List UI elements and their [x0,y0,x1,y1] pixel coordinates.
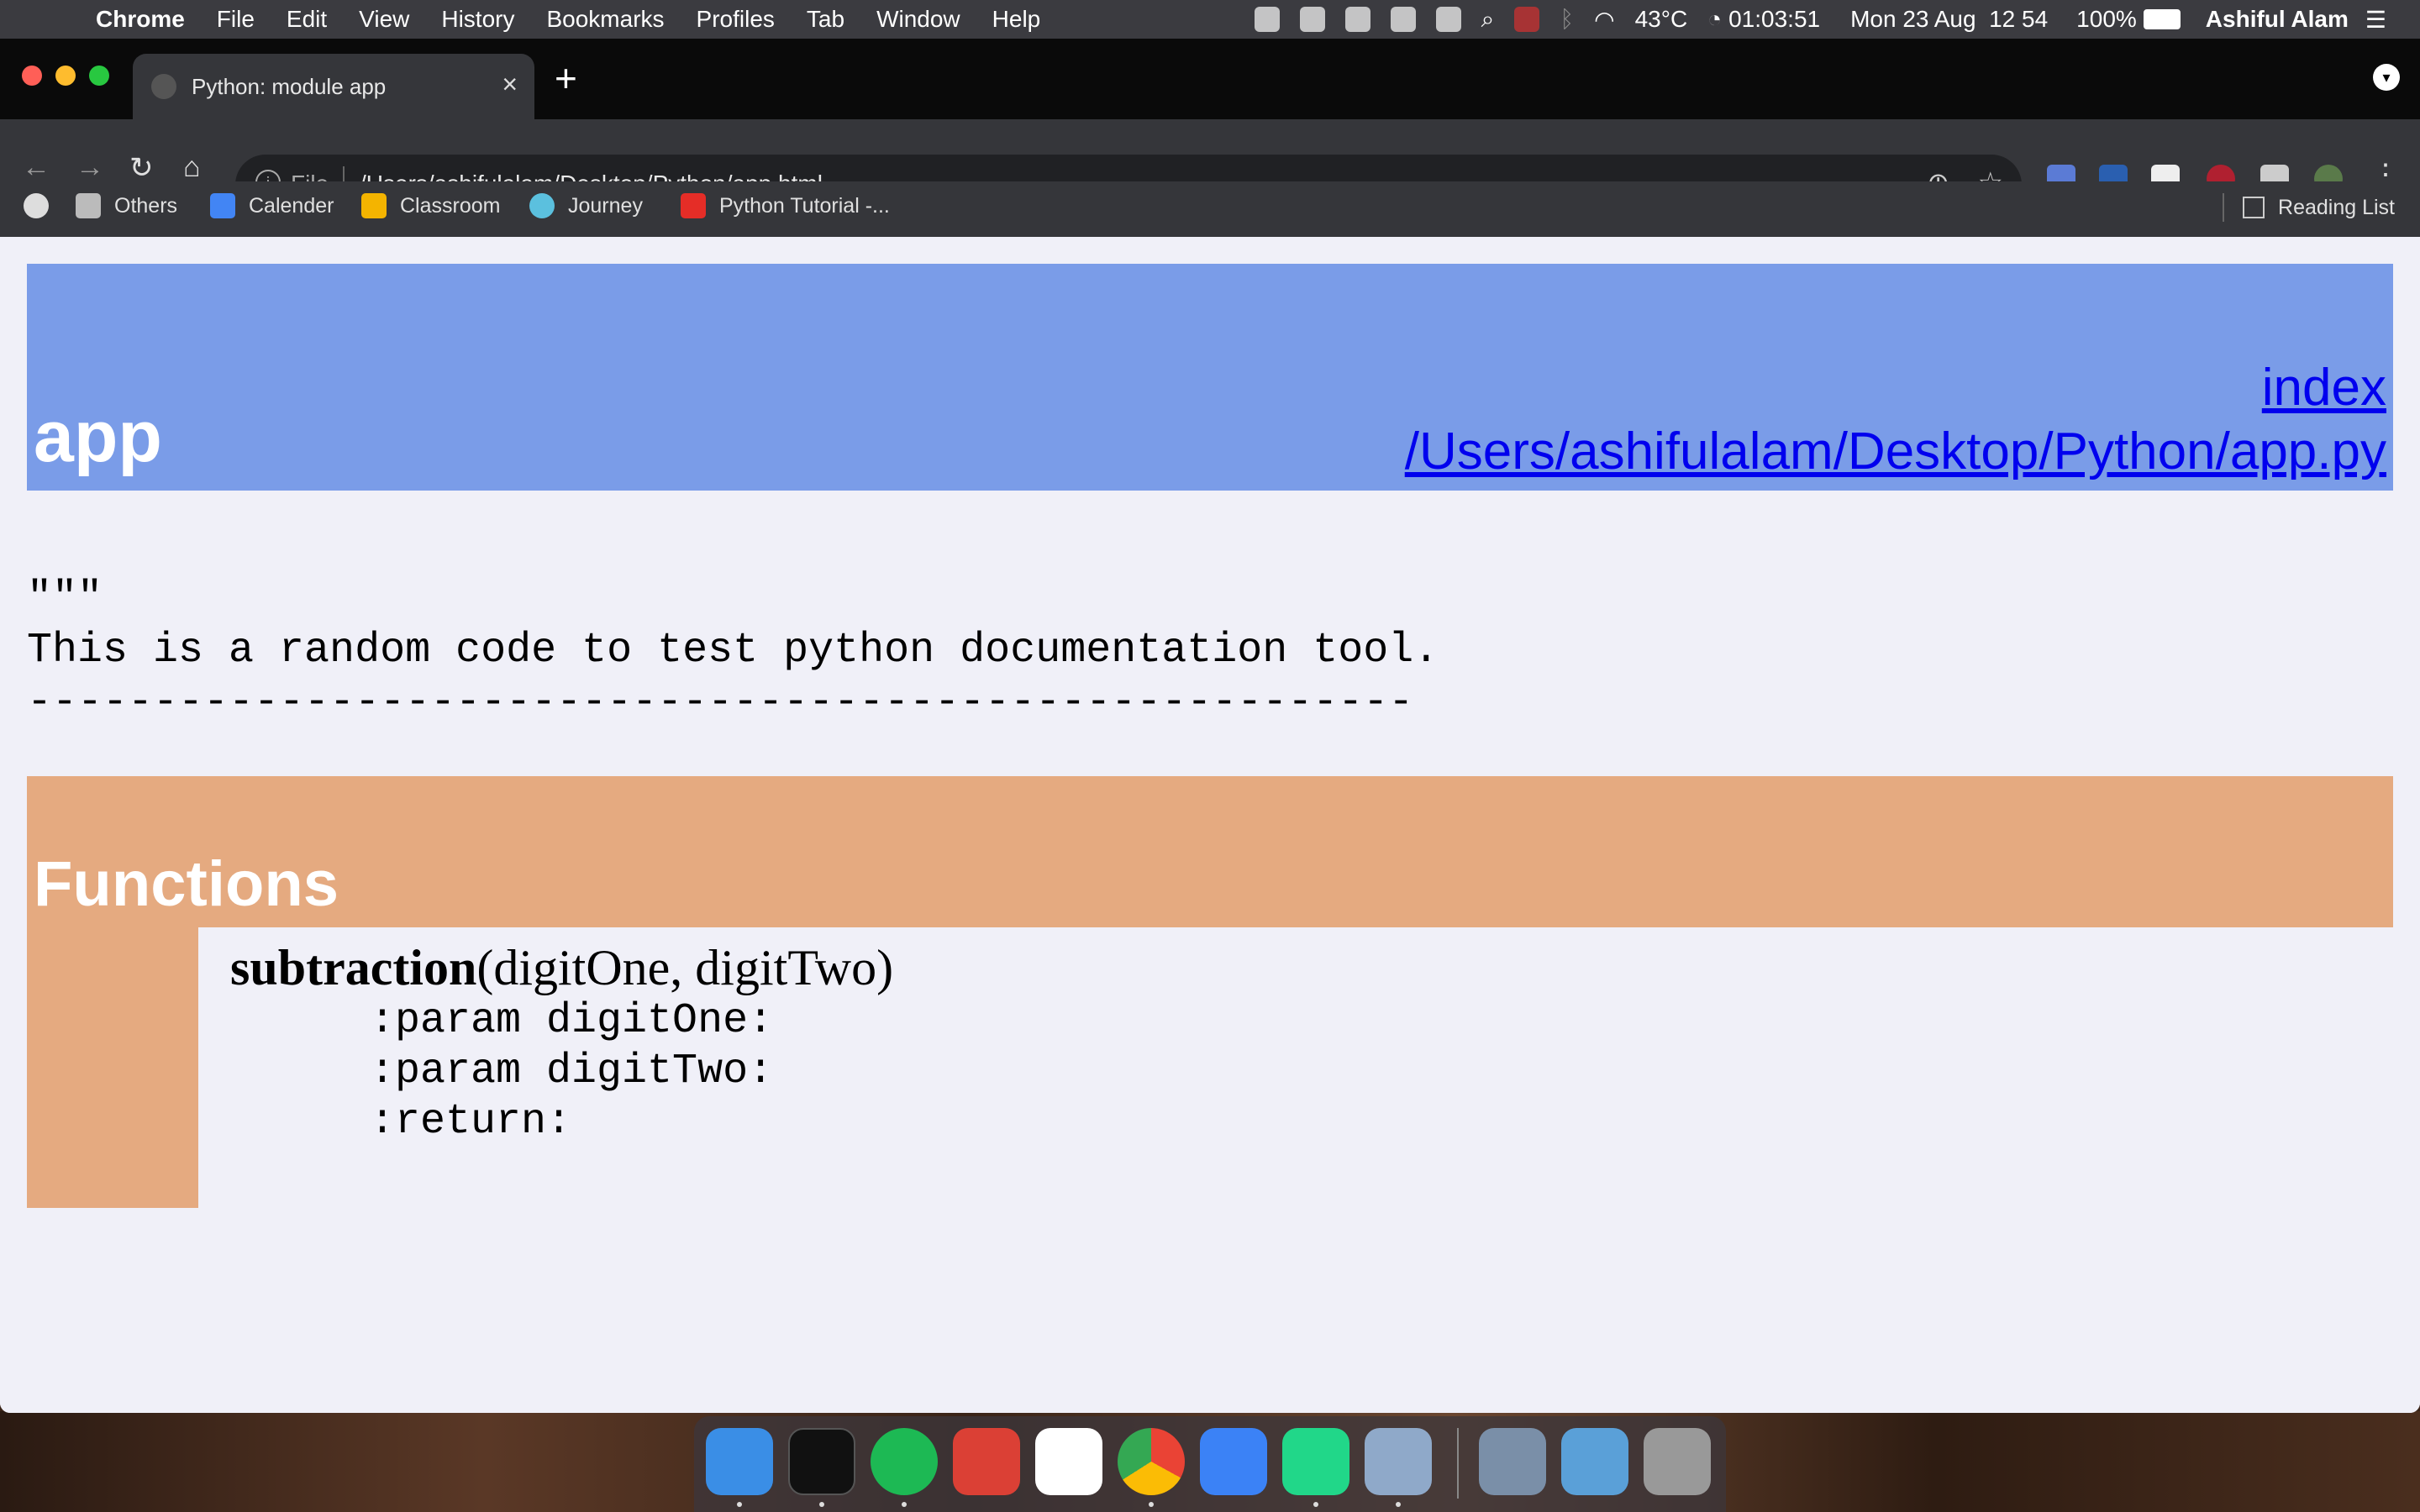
menu-help[interactable]: Help [992,6,1041,33]
control-center-icon[interactable]: ☰ [2365,6,2386,34]
bookmark-calender[interactable]: Calender [210,193,334,218]
menu-edit[interactable]: Edit [287,6,327,33]
functions-heading: Functions [34,848,339,920]
module-name: app [34,396,162,477]
timer-icon[interactable]: ◔ [1707,6,1722,33]
tab-search-icon[interactable]: ▾ [2373,64,2400,91]
close-window-icon[interactable] [22,66,42,86]
running-indicator [1149,1502,1154,1507]
spotify-icon[interactable] [871,1428,938,1495]
pycharm-icon[interactable] [1282,1428,1349,1495]
functions-section-sidebar [27,927,198,1208]
documents-folder-icon[interactable] [1479,1428,1546,1495]
running-indicator [1313,1502,1318,1507]
source-file-link[interactable]: /Users/ashifulalam/Desktop/Python/app.py [1405,420,2386,484]
timer-readout[interactable]: 01:03:51 [1728,6,1820,33]
menubar-status-area: ⌕ ᛒ ◠ 43°C ◔ 01:03:51 Mon 23 Aug 12 54 1… [1234,0,2386,39]
macos-dock [694,1416,1726,1512]
butterfly-icon[interactable] [1390,7,1416,32]
cat-icon[interactable] [1299,7,1325,32]
spark-mail-icon[interactable] [1200,1428,1267,1495]
menu-view[interactable]: View [359,6,409,33]
menu-tab[interactable]: Tab [807,6,844,33]
tab-active[interactable]: Python: module app × [133,54,534,119]
new-tab-button[interactable]: + [555,55,577,101]
layout-icon[interactable] [1344,7,1370,32]
bookmark-label: Python Tutorial -... [719,193,890,218]
running-indicator [902,1502,907,1507]
reading-list-button[interactable]: Reading List [2223,193,2395,222]
finder-icon[interactable] [706,1428,773,1495]
functions-section-header: Functions [27,776,2393,927]
page-content: app index /Users/ashifulalam/Desktop/Pyt… [0,237,2420,1413]
us-flag-icon[interactable] [1514,7,1540,32]
bookmark-journey[interactable]: Journey [529,193,643,218]
running-indicator [819,1502,824,1507]
terminal-icon[interactable] [788,1428,855,1495]
module-heading-banner: app index /Users/ashifulalam/Desktop/Pyt… [27,264,2393,491]
reading-list-label: Reading List [2278,195,2395,219]
running-indicator [1396,1502,1401,1507]
journey-icon [529,193,555,218]
todoist-icon[interactable] [953,1428,1020,1495]
menu-app-name[interactable]: Chrome [96,6,185,33]
preview-icon[interactable] [1365,1428,1432,1495]
globe-icon [151,74,176,99]
clock-datetime[interactable]: Mon 23 Aug 12 54 [1850,6,2048,33]
menu-profiles[interactable]: Profiles [697,6,775,33]
downloads-folder-icon[interactable] [1561,1428,1628,1495]
spotlight-icon[interactable]: ⌕ [1481,6,1495,34]
back-arrow-icon[interactable]: ← [22,151,50,184]
minimize-window-icon[interactable] [55,66,76,86]
tab-strip: Python: module app × + ▾ [0,39,2420,119]
forward-arrow-icon[interactable]: → [76,151,104,184]
calendar-icon [210,193,235,218]
close-tab-icon[interactable]: × [502,69,518,100]
bookmark-label: Calender [249,193,334,218]
function-name: subtraction [230,940,477,995]
bookmark-label: Journey [568,193,643,218]
index-link[interactable]: index [1405,356,2386,420]
menu-bookmarks[interactable]: Bookmarks [546,6,664,33]
macos-menubar: Chrome File Edit View History Bookmarks … [0,0,2420,39]
chrome-window: Python: module app × + ▾ ← → ↻ ⌂ i File … [0,39,2420,1413]
paperclip-icon[interactable] [1435,7,1461,32]
bookmark-label: Others [114,193,178,218]
reload-icon[interactable]: ↻ [129,151,154,185]
home-icon[interactable]: ⌂ [183,151,201,184]
menu-file[interactable]: File [217,6,255,33]
bookmarks-bar: Others Calender Classroom Journey Python… [0,181,2420,234]
heading-links: index /Users/ashifulalam/Desktop/Python/… [1405,356,2386,484]
battery-percent[interactable]: 100% [2076,6,2137,33]
tab-title: Python: module app [192,74,387,99]
dock-separator [1457,1428,1459,1499]
bookmark-python-tutorial[interactable]: Python Tutorial -... [681,193,890,218]
user-name[interactable]: Ashiful Alam [2206,6,2349,33]
bookmark-label: Classroom [400,193,501,218]
youtube-icon [681,193,706,218]
cloud-icon[interactable] [1254,7,1280,32]
classroom-icon [361,193,387,218]
wifi-icon[interactable]: ◠ [1594,6,1614,34]
vscode-icon[interactable] [1035,1428,1102,1495]
function-docstring: :param digitOne: :param digitTwo: :retur… [370,997,774,1146]
maximize-window-icon[interactable] [89,66,109,86]
function-signature: subtraction(digitOne, digitTwo) [230,939,893,997]
bookmarks-divider [2223,193,2225,222]
trash-icon[interactable] [1644,1428,1711,1495]
menu-window[interactable]: Window [876,6,960,33]
running-indicator [737,1502,742,1507]
reading-list-icon [2243,197,2265,218]
bluetooth-icon[interactable]: ᛒ [1560,6,1574,33]
bookmark-others[interactable]: Others [76,193,177,218]
module-docstring: """ This is a random code to test python… [27,575,1439,727]
chrome-icon[interactable] [1118,1428,1185,1495]
menu-history[interactable]: History [441,6,514,33]
apps-globe-icon[interactable] [24,193,49,218]
folder-icon [76,193,101,218]
bookmark-classroom[interactable]: Classroom [361,193,500,218]
battery-icon[interactable] [2143,9,2181,29]
function-args: (digitOne, digitTwo) [476,940,894,995]
temperature-readout[interactable]: 43°C [1635,6,1688,33]
